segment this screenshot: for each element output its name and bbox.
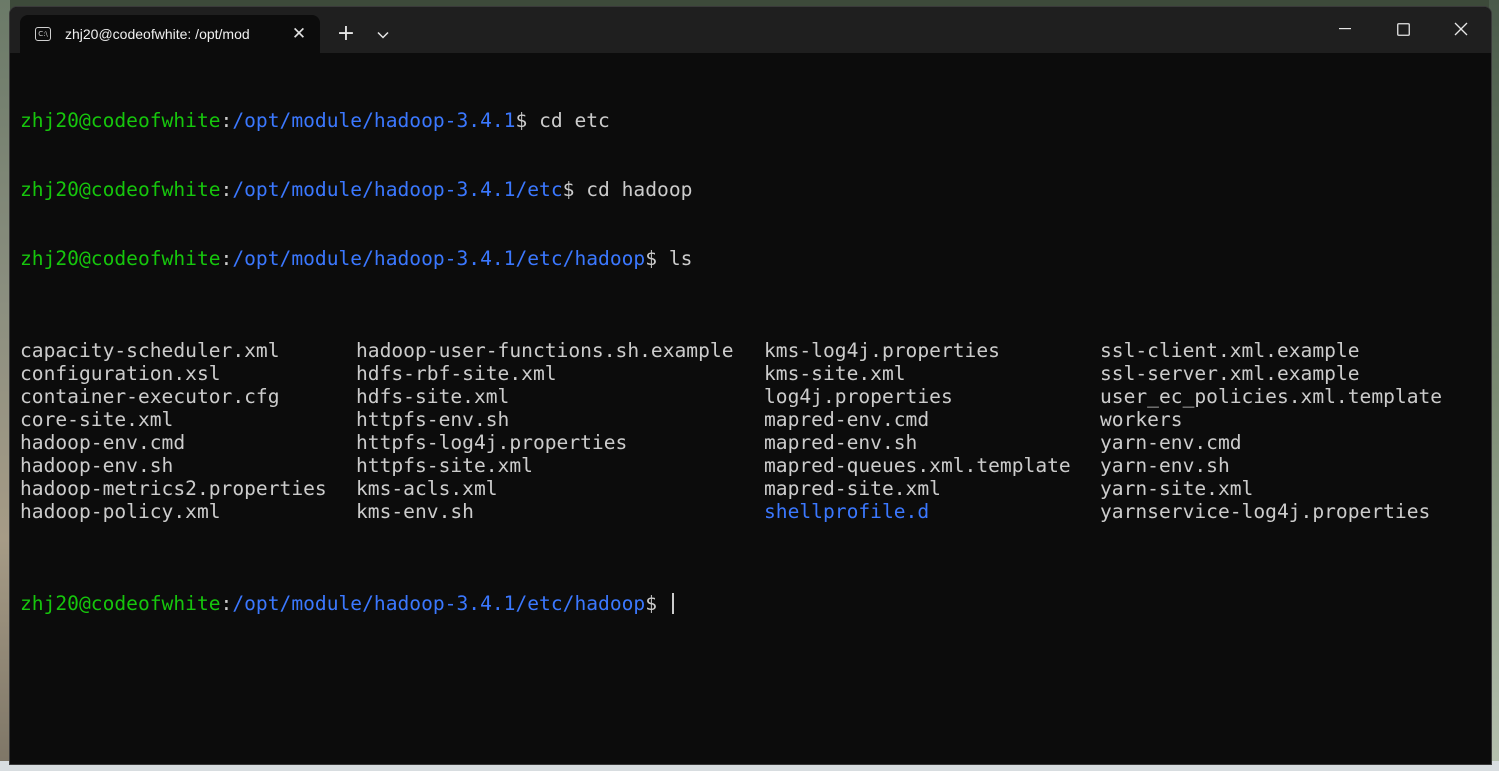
file-entry: hadoop-metrics2.properties xyxy=(20,477,327,500)
file-entry: mapred-site.xml xyxy=(764,477,941,500)
directory-entry: shellprofile.d xyxy=(764,500,930,523)
file-entry: kms-env.sh xyxy=(356,500,474,523)
file-entry: log4j.properties xyxy=(764,385,953,408)
file-entry: ssl-server.xml.example xyxy=(1100,362,1360,385)
file-entry: yarn-site.xml xyxy=(1100,477,1254,500)
command-text: cd hadoop xyxy=(586,178,693,201)
close-tab-icon[interactable]: ✕ xyxy=(288,23,310,45)
file-entry: httpfs-site.xml xyxy=(356,454,533,477)
text-cursor xyxy=(671,593,674,614)
file-entry: httpfs-log4j.properties xyxy=(356,431,628,454)
prompt-line: zhj20@codeofwhite:/opt/module/hadoop-3.4… xyxy=(20,109,610,132)
maximize-button[interactable] xyxy=(1374,7,1432,51)
prompt-user: zhj20@codeofwhite xyxy=(20,247,221,270)
terminal-output[interactable]: zhj20@codeofwhite:/opt/module/hadoop-3.4… xyxy=(20,63,1480,753)
file-entry: hadoop-policy.xml xyxy=(20,500,221,523)
file-entry: configuration.xsl xyxy=(20,362,221,385)
close-window-button[interactable] xyxy=(1432,7,1490,51)
file-entry: hadoop-user-functions.sh.example xyxy=(356,339,734,362)
file-entry: hadoop-env.sh xyxy=(20,454,174,477)
prompt-line: zhj20@codeofwhite:/opt/module/hadoop-3.4… xyxy=(20,247,693,270)
prompt-user: zhj20@codeofwhite xyxy=(20,178,221,201)
terminal-tab-icon: C:\ xyxy=(35,27,51,41)
ls-column-1: capacity-scheduler.xml configuration.xsl… xyxy=(20,339,356,523)
file-entry: hadoop-env.cmd xyxy=(20,431,186,454)
title-bar[interactable]: C:\ zhj20@codeofwhite: /opt/mod ✕ + xyxy=(10,7,1491,53)
file-entry: kms-acls.xml xyxy=(356,477,498,500)
minimize-button[interactable] xyxy=(1316,7,1374,51)
file-entry: container-executor.cfg xyxy=(20,385,280,408)
command-text: ls xyxy=(668,247,693,270)
terminal-window: C:\ zhj20@codeofwhite: /opt/mod ✕ + zhj2… xyxy=(9,6,1492,765)
ls-output: capacity-scheduler.xml configuration.xsl… xyxy=(20,339,1480,523)
command-text: cd etc xyxy=(539,109,610,132)
tab-title: zhj20@codeofwhite: /opt/mod xyxy=(65,26,250,42)
prompt-user: zhj20@codeofwhite xyxy=(20,109,221,132)
file-entry: kms-site.xml xyxy=(764,362,906,385)
file-entry: user_ec_policies.xml.template xyxy=(1100,385,1443,408)
ls-column-2: hadoop-user-functions.sh.example hdfs-rb… xyxy=(356,339,764,523)
terminal-tab[interactable]: C:\ zhj20@codeofwhite: /opt/mod ✕ xyxy=(20,15,320,53)
file-entry: mapred-env.sh xyxy=(764,431,918,454)
file-entry: ssl-client.xml.example xyxy=(1100,339,1360,362)
prompt-path: /opt/module/hadoop-3.4.1 xyxy=(232,109,516,132)
file-entry: yarn-env.cmd xyxy=(1100,431,1242,454)
prompt-line: zhj20@codeofwhite:/opt/module/hadoop-3.4… xyxy=(20,178,693,201)
file-entry: workers xyxy=(1100,408,1183,431)
file-entry: yarn-env.sh xyxy=(1100,454,1230,477)
file-entry: core-site.xml xyxy=(20,408,174,431)
new-tab-button[interactable]: + xyxy=(332,21,360,49)
file-entry: mapred-env.cmd xyxy=(764,408,930,431)
ls-column-4: ssl-client.xml.example ssl-server.xml.ex… xyxy=(1100,339,1460,523)
file-entry: httpfs-env.sh xyxy=(356,408,510,431)
scrollbar[interactable] xyxy=(1481,57,1489,757)
file-entry: yarnservice-log4j.properties xyxy=(1100,500,1431,523)
prompt-path: /opt/module/hadoop-3.4.1/etc xyxy=(232,178,563,201)
prompt-path: /opt/module/hadoop-3.4.1/etc/hadoop xyxy=(232,592,646,615)
active-prompt-line[interactable]: zhj20@codeofwhite:/opt/module/hadoop-3.4… xyxy=(20,592,1480,615)
prompt-path: /opt/module/hadoop-3.4.1/etc/hadoop xyxy=(232,247,646,270)
file-entry: mapred-queues.xml.template xyxy=(764,454,1071,477)
file-entry: hdfs-rbf-site.xml xyxy=(356,362,557,385)
file-entry: kms-log4j.properties xyxy=(764,339,1000,362)
prompt-user: zhj20@codeofwhite xyxy=(20,592,221,615)
ls-column-3: kms-log4j.properties kms-site.xml log4j.… xyxy=(764,339,1100,523)
file-entry: hdfs-site.xml xyxy=(356,385,510,408)
file-entry: capacity-scheduler.xml xyxy=(20,339,280,362)
chevron-down-icon[interactable] xyxy=(370,21,396,49)
